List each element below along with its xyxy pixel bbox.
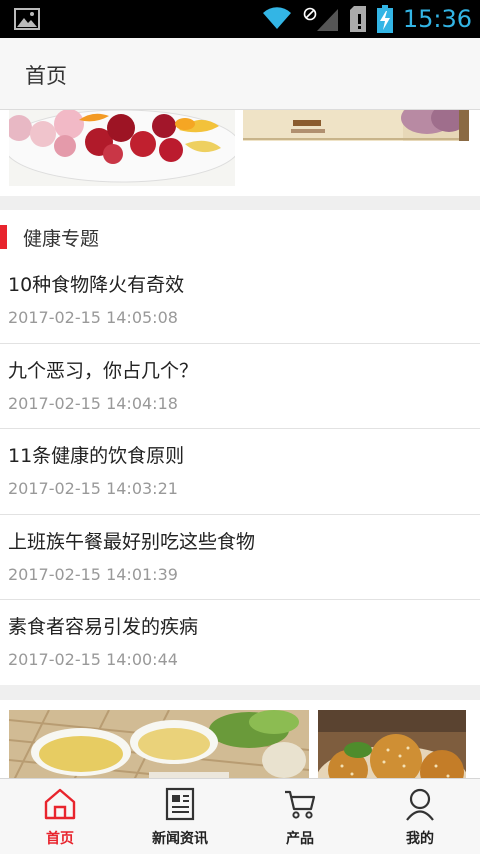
news-title: 素食者容易引发的疾病	[8, 616, 199, 638]
news-time: 2017-02-15 14:00:44	[8, 650, 178, 669]
sesame-cake-image[interactable]	[318, 710, 466, 778]
tab-label: 首页	[46, 831, 74, 847]
gallery-icon	[14, 8, 40, 30]
tea-cups-picture	[9, 710, 309, 778]
news-title: 上班族午餐最好别吃这些食物	[8, 530, 256, 553]
news-time: 2017-02-15 14:05:08	[8, 308, 178, 327]
gift-box-picture	[243, 110, 469, 141]
tab-label: 产品	[286, 831, 314, 847]
user-icon	[406, 788, 434, 821]
main-content[interactable]: 健康专题 10种食物降火有奇效 2017-02-15 14:05:08 九个恶习…	[0, 110, 480, 778]
news-title: 九个恶习，你占几个？	[8, 359, 199, 382]
newspaper-icon	[165, 787, 195, 821]
news-list: 10种食物降火有奇效 2017-02-15 14:05:08 九个恶习，你占几个…	[0, 258, 480, 686]
section-header: 健康专题	[0, 222, 480, 252]
status-bar: 15:36	[0, 0, 480, 38]
top-image-row	[0, 110, 480, 196]
cart-icon	[285, 790, 316, 819]
tab-home[interactable]: 首页	[0, 779, 120, 854]
fruit-bowl-image[interactable]	[9, 110, 235, 186]
news-time: 2017-02-15 14:03:21	[8, 479, 178, 498]
health-topics-section: 健康专题 10种食物降火有奇效 2017-02-15 14:05:08 九个恶习…	[0, 210, 480, 685]
gift-box-image[interactable]	[243, 110, 469, 141]
news-time: 2017-02-15 14:04:18	[8, 393, 178, 413]
news-time: 2017-02-15 14:01:39	[8, 564, 178, 584]
tab-news[interactable]: 新闻资讯	[120, 779, 240, 854]
app-header: 首页	[0, 38, 480, 110]
tab-mine[interactable]: 我的	[360, 779, 480, 854]
news-item[interactable]: 素食者容易引发的疾病 2017-02-15 14:00:44	[0, 600, 480, 686]
tab-label: 我的	[406, 831, 434, 847]
tab-products[interactable]: 产品	[240, 779, 360, 854]
news-item[interactable]: 11条健康的饮食原则 2017-02-15 14:03:21	[0, 429, 480, 515]
news-item[interactable]: 九个恶习，你占几个？ 2017-02-15 14:04:18	[0, 344, 480, 429]
battery-charging-icon	[376, 5, 393, 33]
page-title: 首页	[25, 64, 67, 88]
section-title: 健康专题	[23, 228, 100, 250]
status-time: 15:36	[402, 5, 472, 33]
home-icon	[44, 788, 76, 820]
sim-alert-icon	[349, 6, 366, 32]
no-signal-icon	[303, 7, 317, 21]
sesame-cake-picture	[318, 710, 466, 778]
wifi-icon	[262, 7, 291, 30]
news-item[interactable]: 10种食物降火有奇效 2017-02-15 14:05:08	[0, 258, 480, 344]
tea-cups-image[interactable]	[9, 710, 309, 778]
cell-signal-icon	[316, 9, 338, 31]
tab-label: 新闻资讯	[152, 831, 208, 847]
news-title: 10种食物降火有奇效	[8, 274, 185, 296]
fruit-bowl-picture	[9, 110, 235, 186]
bottom-tab-bar: 首页 新闻资讯 产品 我的	[0, 778, 480, 854]
section-accent-bar	[0, 225, 7, 249]
bottom-image-row	[0, 700, 480, 778]
news-title: 11条健康的饮食原则	[8, 445, 185, 467]
news-item[interactable]: 上班族午餐最好别吃这些食物 2017-02-15 14:01:39	[0, 515, 480, 600]
